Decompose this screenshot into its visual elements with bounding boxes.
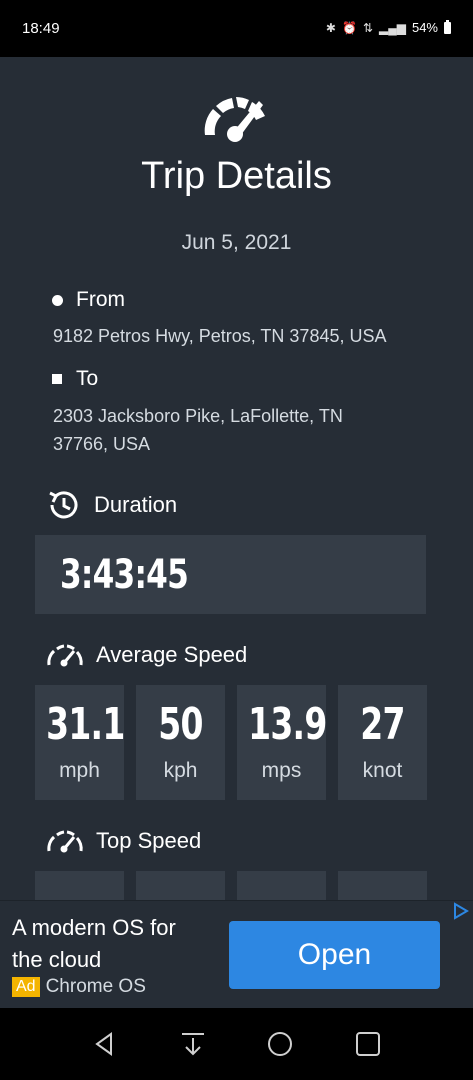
speedometer-icon [204,97,265,142]
recents-icon[interactable] [352,1028,384,1060]
data-icon: ⇅ [362,20,373,35]
status-time: 18:49 [22,20,60,37]
average-speed-cards: 31.1 mph 50 kph 13.9 mps 27 knot [35,685,427,800]
duration-label: Duration [94,492,178,517]
duration-value: 3:43:45 [60,552,189,598]
speed-value: 50 [158,699,203,750]
signal-icon: ▂▄▆ [379,20,406,35]
from-address: 9182 Petros Hwy, Petros, TN 37845, USA [53,326,387,346]
status-bar: 18:49 ✱ ⏰ ⇅ ▂▄▆ 54% [0,0,473,57]
speed-card [237,871,326,900]
to-square-icon [52,374,62,384]
to-label: To [76,367,99,390]
navigation-bar [0,1008,473,1080]
speed-card-knot: 27 knot [338,685,427,800]
speed-card-kph: 50 kph [136,685,225,800]
speed-unit: mps [261,759,302,782]
duration-card: 3:43:45 [35,535,426,614]
clock-history-icon [49,491,78,519]
ad-open-button[interactable]: Open [229,921,440,989]
back-icon[interactable] [89,1028,121,1060]
speed-unit: mph [59,759,100,782]
home-icon[interactable] [264,1028,296,1060]
speed-card-mps: 13.9 mps [237,685,327,800]
from-dot-icon [52,294,63,306]
ad-badge: Ad [12,977,40,997]
page-title: Trip Details [141,155,332,197]
to-address-line2: 37766, USA [53,434,151,454]
speed-value: 31.1 [46,699,125,750]
speedometer-icon [47,644,83,667]
speed-card-mph: 31.1 mph [35,685,125,800]
top-speed-cards [35,871,427,900]
ad-headline-line2: the cloud [12,947,102,972]
bluetooth-icon: ✱ [325,20,336,35]
ad-banner[interactable]: A modern OS for the cloud Ad Chrome OS O… [0,900,473,1009]
top-speed-heading: Top Speed [46,828,201,854]
speed-value: 13.9 [248,699,327,750]
speed-unit: kph [163,759,198,782]
to-label-row: To [52,367,98,391]
battery-icon [444,19,451,34]
speed-card [136,871,225,900]
ad-advertiser: Chrome OS [45,976,146,997]
to-address-line1: 2303 Jacksboro Pike, LaFollette, TN [53,406,343,426]
duration-heading: Duration [46,487,177,523]
ad-headline: A modern OS for the cloud [12,912,222,976]
alarm-icon: ⏰ [341,20,357,35]
ad-headline-line1: A modern OS for [12,915,176,940]
battery-percent: 54% [411,20,438,35]
from-label: From [76,288,125,311]
speed-value: 27 [360,699,405,750]
speed-unit: knot [362,759,403,782]
speedometer-icon [47,830,83,853]
trip-date: Jun 5, 2021 [181,231,292,254]
top-speed-label: Top Speed [96,828,202,853]
average-speed-label: Average Speed [96,642,248,667]
status-icons: ✱ ⏰ ⇅ ▂▄▆ 54% [325,19,451,35]
notification-pull-icon[interactable] [177,1028,209,1060]
from-label-row: From [52,288,125,312]
average-speed-heading: Average Speed [46,642,247,668]
trip-details-screen: Trip Details Jun 5, 2021 From 9182 Petro… [0,57,473,900]
ad-choices-icon[interactable] [451,901,471,921]
speed-card [35,871,124,900]
to-address: 2303 Jacksboro Pike, LaFollette, TN 3776… [53,402,448,458]
speed-card [338,871,427,900]
ad-attribution: Ad Chrome OS [12,976,146,998]
